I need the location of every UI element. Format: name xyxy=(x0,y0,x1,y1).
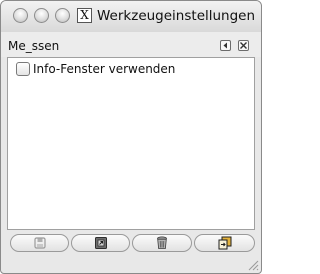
window-title: Werkzeugeinstellungen xyxy=(97,8,256,24)
dock-title: Me_ssen xyxy=(8,39,60,53)
dock-header: Me_ssen xyxy=(1,32,261,57)
panel-menu-icon xyxy=(223,42,227,49)
reset-options-button[interactable] xyxy=(194,234,255,252)
tool-options-content: Info-Fenster verwenden xyxy=(7,57,255,230)
tool-options-button-bar xyxy=(10,234,255,252)
save-icon xyxy=(33,237,46,249)
tool-options-window: X Werkzeugeinstellungen Me_ssen Info-Fen… xyxy=(0,0,262,274)
delete-icon xyxy=(157,236,167,249)
info-window-label[interactable]: Info-Fenster verwenden xyxy=(33,62,175,76)
info-window-checkbox[interactable] xyxy=(16,62,30,76)
title-bar[interactable]: X Werkzeugeinstellungen xyxy=(1,1,261,33)
panel-close-button[interactable] xyxy=(238,40,249,51)
panel-close-icon xyxy=(240,42,247,49)
restore-icon xyxy=(94,237,107,249)
minimize-window-button[interactable] xyxy=(34,8,49,23)
delete-options-button[interactable] xyxy=(132,234,192,252)
close-window-button[interactable] xyxy=(13,8,28,23)
info-window-option[interactable]: Info-Fenster verwenden xyxy=(16,61,175,77)
x11-app-icon: X xyxy=(77,8,92,23)
panel-menu-button[interactable] xyxy=(220,40,231,51)
restore-options-button[interactable] xyxy=(71,234,130,252)
zoom-window-button[interactable] xyxy=(55,8,70,23)
resize-grip-icon[interactable] xyxy=(245,257,259,271)
reset-icon xyxy=(218,236,231,250)
save-options-button[interactable] xyxy=(10,234,69,252)
